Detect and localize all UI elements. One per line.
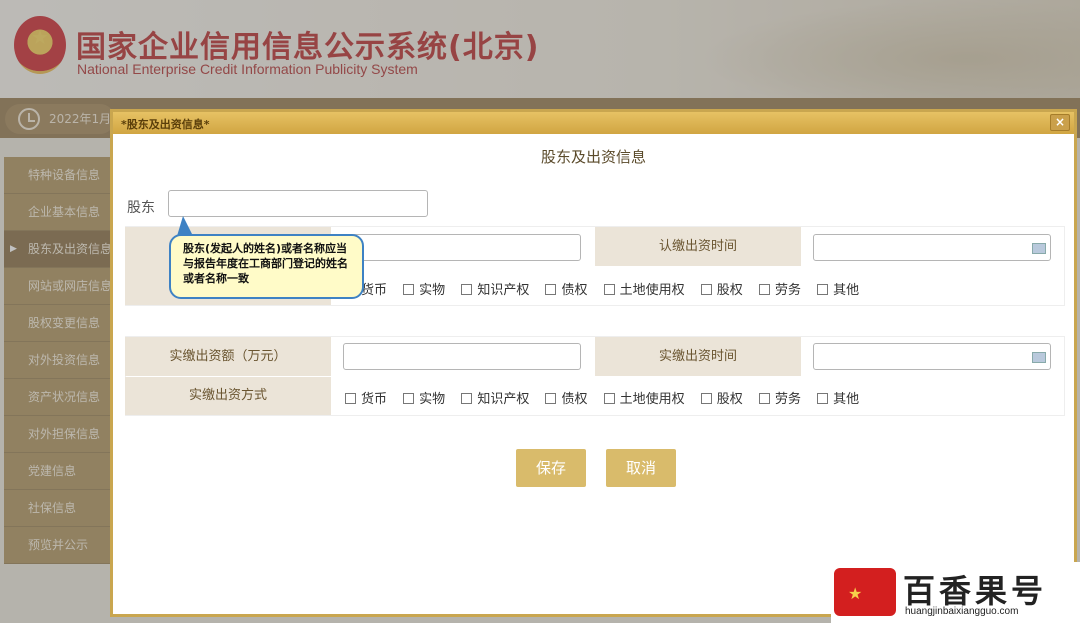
calendar-icon[interactable] bbox=[1032, 243, 1046, 254]
subscribed-amount-input[interactable] bbox=[343, 234, 581, 261]
checkbox-option[interactable]: 其他 bbox=[817, 392, 859, 407]
paid-time-input[interactable] bbox=[813, 343, 1051, 370]
checkbox[interactable] bbox=[758, 393, 770, 404]
shareholder-tooltip: 股东(发起人的姓名)或者名称应当与报告年度在工商部门登记的姓名或者名称一致 bbox=[169, 234, 364, 299]
checkbox-option[interactable]: 知识产权 bbox=[461, 392, 529, 407]
checkbox[interactable] bbox=[817, 393, 829, 404]
checkbox[interactable] bbox=[817, 284, 829, 295]
paid-amount-input[interactable] bbox=[343, 343, 581, 370]
checkbox[interactable] bbox=[545, 284, 557, 295]
checkbox-option[interactable]: 其他 bbox=[817, 283, 859, 298]
close-button[interactable]: × bbox=[1050, 114, 1070, 131]
checkbox[interactable] bbox=[700, 393, 712, 404]
checkbox[interactable] bbox=[545, 393, 557, 404]
checkbox-option[interactable]: 债权 bbox=[545, 392, 587, 407]
checkbox-option[interactable]: 债权 bbox=[545, 283, 587, 298]
dialog-titlebar: *股东及出资信息* × bbox=[113, 112, 1074, 134]
checkbox[interactable] bbox=[461, 393, 473, 404]
checkbox[interactable] bbox=[403, 284, 415, 295]
checkbox[interactable] bbox=[403, 393, 415, 404]
checkbox-option[interactable]: 货币 bbox=[345, 392, 387, 407]
save-button[interactable]: 保存 bbox=[516, 449, 586, 487]
tooltip-pointer bbox=[177, 216, 193, 236]
subscribed-time-input[interactable] bbox=[813, 234, 1051, 261]
checkbox-option[interactable]: 股权 bbox=[700, 283, 743, 298]
checkbox-option[interactable]: 实物 bbox=[403, 392, 445, 407]
checkbox[interactable] bbox=[700, 284, 712, 295]
checkbox-option[interactable]: 劳务 bbox=[758, 283, 801, 298]
checkbox[interactable] bbox=[345, 393, 356, 404]
calendar-icon[interactable] bbox=[1032, 352, 1046, 363]
paid-amount-label: 实缴出资额（万元） bbox=[125, 337, 331, 376]
checkbox-option[interactable]: 股权 bbox=[700, 392, 743, 407]
checkbox-option[interactable]: 实物 bbox=[403, 283, 445, 298]
paid-time-label: 实缴出资时间 bbox=[595, 337, 801, 376]
watermark-logo: 百香果号 huangjinbaixiangguo.com bbox=[831, 562, 1080, 623]
dialog-title: *股东及出资信息* bbox=[121, 118, 210, 131]
paid-method-options: 货币 实物 知识产权 债权 土地使用权 股权 劳务 其他 bbox=[345, 388, 871, 407]
checkbox-option[interactable]: 知识产权 bbox=[461, 283, 529, 298]
shareholder-dialog: *股东及出资信息* × 股东及出资信息 股东 认缴出资时间 货币 实物 知识产权… bbox=[110, 109, 1077, 617]
logo-icon bbox=[834, 568, 896, 616]
checkbox[interactable] bbox=[603, 393, 615, 404]
subscribed-method-options: 货币 实物 知识产权 债权 土地使用权 股权 劳务 其他 bbox=[345, 279, 871, 298]
checkbox[interactable] bbox=[603, 284, 615, 295]
checkbox[interactable] bbox=[461, 284, 473, 295]
checkbox[interactable] bbox=[758, 284, 770, 295]
paid-method-label: 实缴出资方式 bbox=[125, 377, 331, 415]
shareholder-label: 股东 bbox=[127, 200, 155, 216]
checkbox-option[interactable]: 土地使用权 bbox=[603, 283, 685, 298]
subscribed-time-label: 认缴出资时间 bbox=[595, 227, 801, 266]
checkbox-option[interactable]: 土地使用权 bbox=[603, 392, 685, 407]
watermark-url: huangjinbaixiangguo.com bbox=[905, 606, 1019, 617]
checkbox-option[interactable]: 劳务 bbox=[758, 392, 801, 407]
form-title: 股东及出资信息 bbox=[540, 148, 646, 166]
cancel-button[interactable]: 取消 bbox=[606, 449, 676, 487]
shareholder-input[interactable] bbox=[168, 190, 428, 217]
